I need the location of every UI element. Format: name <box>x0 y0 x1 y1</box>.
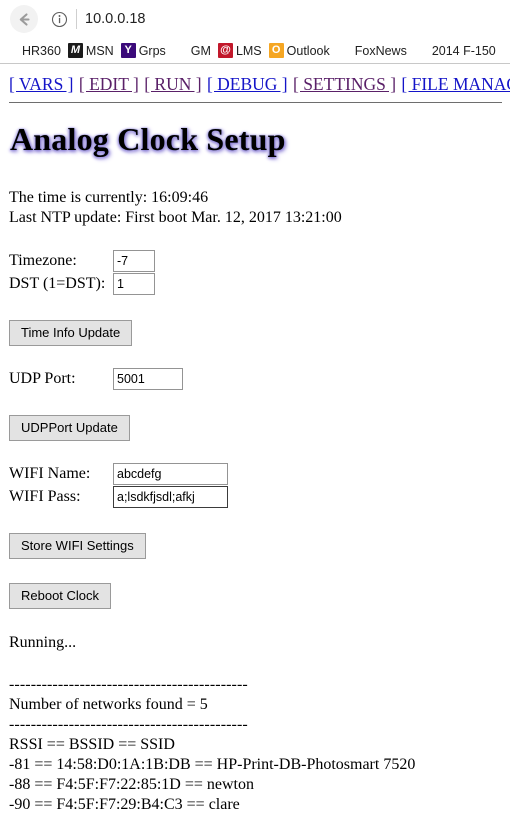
udp-port-label: UDP Port: <box>9 370 76 387</box>
gmail-favicon: M <box>172 43 188 58</box>
browser-toolbar: 10.0.0.18 <box>0 0 510 38</box>
outlook-favicon: O <box>268 43 284 58</box>
dst-label: DST (1=DST): <box>9 275 106 292</box>
time-settings-group: Timezone: DST (1=DST): <box>9 250 502 296</box>
network-row: -81 == 14:58:D0:1A:1B:DB == HP-Print-DB-… <box>9 756 416 773</box>
back-button[interactable] <box>10 5 38 33</box>
separator-top: ----------------------------------------… <box>9 676 248 693</box>
url-divider <box>76 9 77 29</box>
bookmark-label: LMS <box>235 43 262 58</box>
bookmark-lms[interactable]: @ LMS <box>217 43 262 58</box>
nav-link-file-manager[interactable]: [ FILE MANAGER ] <box>401 74 510 94</box>
wifi-name-input[interactable] <box>113 463 228 485</box>
nav-link-edit[interactable]: [ EDIT ] <box>79 74 139 94</box>
udp-port-input[interactable] <box>113 368 183 390</box>
status-text: Running... <box>9 634 77 651</box>
wifi-name-row: WIFI Name: <box>9 463 502 486</box>
info-circle-icon[interactable] <box>48 8 70 30</box>
page-title: Analog Clock Setup <box>10 121 286 157</box>
network-scan-results: ----------------------------------------… <box>9 675 502 816</box>
nav-link-vars[interactable]: [ VARS ] <box>9 74 74 94</box>
nav-link-debug[interactable]: [ DEBUG ] <box>207 74 288 94</box>
bookmark-label: FoxNews <box>354 43 407 58</box>
udp-port-row: UDP Port: <box>9 368 502 391</box>
bookmarks-bar: 360 HR360 M MSN Y Grps M GM @ LMS O Outl… <box>0 38 510 63</box>
bookmark-outlook[interactable]: O Outlook <box>268 43 330 58</box>
store-wifi-settings-button[interactable]: Store WIFI Settings <box>9 533 146 559</box>
network-header: RSSI == BSSID == SSID <box>9 736 175 753</box>
reboot-clock-row: Reboot Clock <box>9 583 502 609</box>
network-row: -90 == F4:5F:F7:29:B4:C3 == clare <box>9 796 240 813</box>
bookmark-hr360[interactable]: 360 HR360 <box>4 43 61 58</box>
udp-group: UDP Port: <box>9 368 502 391</box>
nav-link-run[interactable]: [ RUN ] <box>144 74 201 94</box>
lms-favicon: @ <box>217 43 233 58</box>
store-wifi-row: Store WIFI Settings <box>9 533 502 559</box>
timezone-row: Timezone: <box>9 250 502 273</box>
bookmark-label: MSN <box>85 43 114 58</box>
timezone-input[interactable] <box>113 250 155 272</box>
separator-bottom: ----------------------------------------… <box>9 716 248 733</box>
yahoo-favicon: Y <box>120 43 136 58</box>
header-divider <box>9 102 502 103</box>
network-count: Number of networks found = 5 <box>9 696 208 713</box>
nav-link-settings[interactable]: [ SETTINGS ] <box>293 74 396 94</box>
wifi-pass-row: WIFI Pass: <box>9 486 502 509</box>
timezone-label: Timezone: <box>9 252 77 269</box>
udp-port-update-row: UDPPort Update <box>9 415 502 441</box>
wifi-name-label: WIFI Name: <box>9 465 91 482</box>
bookmark-label: 2014 F-150 <box>431 43 496 58</box>
bookmark-grps[interactable]: Y Grps <box>120 43 166 58</box>
globe-favicon: ⊕ <box>413 43 429 58</box>
last-ntp-text: Last NTP update: First boot Mar. 12, 201… <box>9 209 342 226</box>
reboot-clock-button[interactable]: Reboot Clock <box>9 583 112 609</box>
bookmark-label: Outlook <box>286 43 330 58</box>
dst-input[interactable] <box>113 273 155 295</box>
nav-links: [ VARS ] [ EDIT ] [ RUN ] [ DEBUG ] [ SE… <box>9 74 510 95</box>
wifi-pass-input[interactable] <box>113 486 228 508</box>
browser-chrome: 10.0.0.18 360 HR360 M MSN Y Grps M GM @ … <box>0 0 510 64</box>
time-info-update-row: Time Info Update <box>9 320 502 346</box>
hr360-favicon: 360 <box>4 43 19 58</box>
bookmark-label: Grps <box>138 43 166 58</box>
wifi-pass-label: WIFI Pass: <box>9 488 81 505</box>
bookmark-label: HR360 <box>22 43 61 58</box>
wifi-group: WIFI Name: WIFI Pass: <box>9 463 502 509</box>
bookmark-2014-f150[interactable]: ⊕ 2014 F-150 <box>413 43 496 58</box>
bookmark-foxnews[interactable]: // FoxNews <box>336 43 407 58</box>
udp-port-update-button[interactable]: UDPPort Update <box>9 415 130 441</box>
page-content: [ VARS ] [ EDIT ] [ RUN ] [ DEBUG ] [ SE… <box>0 64 510 816</box>
bookmark-label: GM <box>190 43 211 58</box>
bookmark-msn[interactable]: M MSN <box>67 43 114 58</box>
url-bar[interactable]: 10.0.0.18 <box>85 11 145 27</box>
msn-favicon: M <box>67 43 83 58</box>
network-row: -88 == F4:5F:F7:22:85:1D == newton <box>9 776 254 793</box>
dst-row: DST (1=DST): <box>9 273 502 296</box>
time-info-update-button[interactable]: Time Info Update <box>9 320 133 346</box>
current-time-text: The time is currently: 16:09:46 <box>9 189 209 206</box>
back-arrow-icon <box>19 12 30 26</box>
foxnews-favicon: // <box>336 43 352 58</box>
bookmark-gm[interactable]: M GM <box>172 43 211 58</box>
time-info-block: The time is currently: 16:09:46 Last NTP… <box>9 188 502 228</box>
